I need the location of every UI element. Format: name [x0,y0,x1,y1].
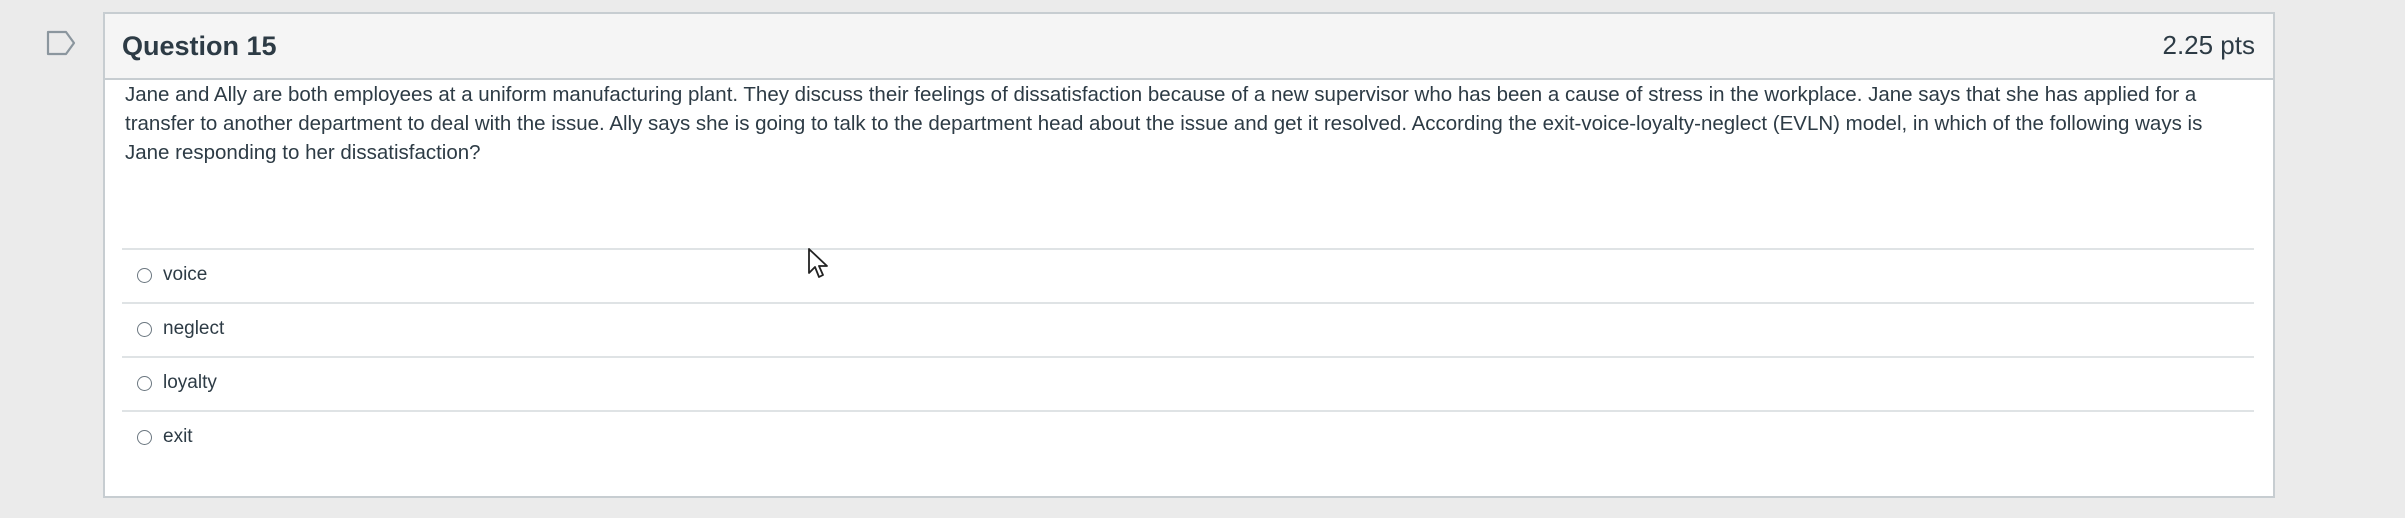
answer-label[interactable]: neglect [163,318,224,341]
flag-icon[interactable] [46,30,76,56]
answer-option-neglect[interactable]: neglect [122,302,2254,356]
question-text: Jane and Ally are both employees at a un… [125,83,2203,164]
answer-label[interactable]: loyalty [163,372,217,395]
question-title: Question 15 [122,31,277,61]
answer-option-loyalty[interactable]: loyalty [122,356,2254,410]
question-points: 2.25 pts [2162,30,2255,60]
answer-option-exit[interactable]: exit [122,410,2254,464]
answer-option-voice[interactable]: voice [122,248,2254,302]
radio-button-icon[interactable] [137,376,152,391]
radio-button-icon[interactable] [137,430,152,445]
answer-label[interactable]: voice [163,264,207,287]
mouse-pointer-icon [808,248,828,278]
question-header: Question 15 2.25 pts [105,14,2273,80]
question-card: Question 15 2.25 pts Jane and Ally are b… [103,12,2275,498]
answer-list: voice neglect loyalty exit [122,248,2254,464]
radio-button-icon[interactable] [137,268,152,283]
quiz-page: Question 15 2.25 pts Jane and Ally are b… [0,0,2405,518]
answer-label[interactable]: exit [163,426,193,449]
radio-button-icon[interactable] [137,322,152,337]
